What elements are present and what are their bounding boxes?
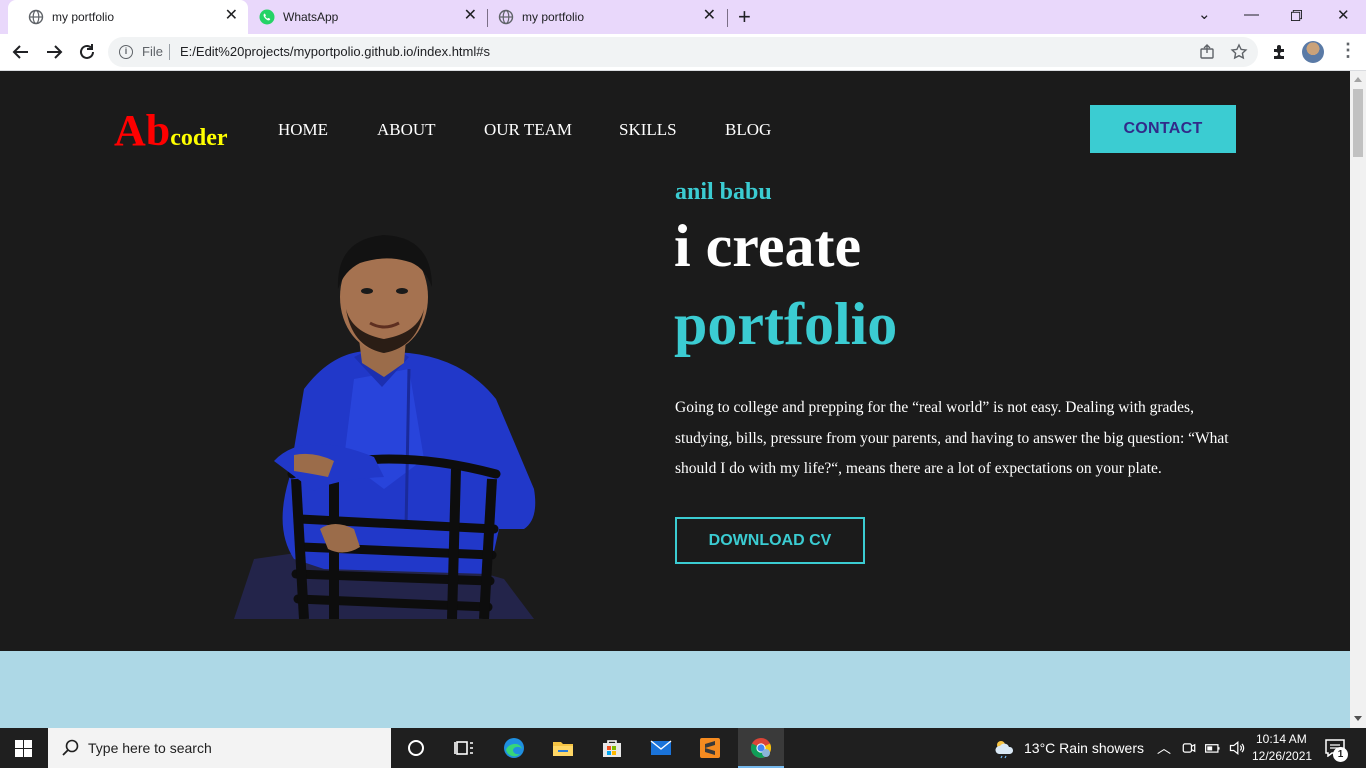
battery-icon[interactable] — [1204, 739, 1222, 757]
tab-title: my portfolio — [522, 10, 585, 24]
forward-arrow-icon[interactable] — [44, 42, 64, 62]
nav-skills[interactable]: SKILLS — [619, 120, 677, 140]
restore-button[interactable] — [1291, 10, 1302, 21]
page-scrollbar[interactable] — [1350, 71, 1366, 728]
search-icon — [62, 739, 79, 756]
hero-headline: i create — [674, 213, 862, 279]
weather-icon[interactable] — [993, 737, 1015, 759]
profile-photo — [234, 235, 536, 619]
address-divider — [169, 44, 170, 60]
address-bar[interactable]: i File E:/Edit%20projects/myportpolio.gi… — [108, 37, 1258, 67]
tab-separator — [727, 9, 728, 27]
tab-whatsapp[interactable]: WhatsApp ✕ — [248, 0, 488, 34]
scrollbar-thumb[interactable] — [1353, 89, 1363, 157]
back-arrow-icon[interactable] — [11, 42, 31, 62]
nav-home[interactable]: HOME — [278, 120, 328, 140]
close-tab-icon[interactable]: ✕ — [225, 8, 238, 24]
url-text[interactable]: E:/Edit%20projects/myportpolio.github.io… — [180, 44, 490, 59]
hero-name: anil babu — [675, 179, 772, 205]
hero-headline-accent: portfolio — [674, 291, 898, 357]
cortana-icon[interactable] — [405, 737, 427, 759]
profile-avatar[interactable] — [1302, 41, 1324, 63]
tab-title: my portfolio — [52, 10, 115, 24]
reload-icon[interactable] — [77, 42, 97, 62]
microsoft-store-icon[interactable] — [601, 737, 623, 759]
scroll-up-arrow-icon[interactable] — [1354, 77, 1362, 82]
hero-description: Going to college and prepping for the “r… — [675, 399, 1229, 477]
extensions-puzzle-icon[interactable] — [1270, 42, 1290, 62]
tab-my-portfolio-active[interactable]: my portfolio ✕ — [8, 0, 248, 34]
close-tab-icon[interactable]: ✕ — [703, 8, 716, 24]
close-tab-icon[interactable]: ✕ — [464, 8, 477, 24]
windows-start-icon[interactable] — [15, 740, 32, 757]
browser-menu-icon[interactable]: ⋮ — [1339, 40, 1357, 61]
tab-my-portfolio[interactable]: my portfolio ✕ — [488, 0, 728, 34]
bookmark-star-icon[interactable] — [1230, 43, 1248, 61]
minimize-button[interactable]: — — [1244, 6, 1259, 23]
globe-icon — [28, 9, 44, 25]
windows-taskbar: Type here to search 13°C Rain showers ︿ … — [0, 728, 1366, 768]
next-section — [0, 651, 1350, 728]
clock-time[interactable]: 10:14 AM — [1256, 732, 1307, 746]
meet-now-icon[interactable] — [1180, 739, 1198, 757]
scheme-label: File — [142, 44, 163, 59]
nav-our-team[interactable]: OUR TEAM — [484, 120, 572, 140]
tab-title: WhatsApp — [283, 10, 339, 24]
sublime-text-icon[interactable] — [699, 737, 721, 759]
whatsapp-icon — [259, 9, 275, 25]
clock-date[interactable]: 12/26/2021 — [1252, 749, 1312, 763]
new-tab-button[interactable]: + — [738, 6, 751, 28]
logo-secondary-text: coder — [170, 125, 228, 151]
notification-count-badge: 1 — [1333, 747, 1348, 762]
chrome-icon[interactable] — [750, 737, 772, 759]
mail-icon[interactable] — [650, 737, 672, 759]
share-icon[interactable] — [1198, 43, 1216, 61]
tab-search-chevron-icon[interactable]: ⌄ — [1198, 5, 1211, 23]
download-cv-button[interactable]: DOWNLOAD CV — [675, 517, 865, 564]
edge-browser-icon[interactable] — [503, 737, 525, 759]
page-viewport: Abcoder HOME ABOUT OUR TEAM SKILLS BLOG … — [0, 71, 1350, 728]
close-window-button[interactable]: ✕ — [1337, 6, 1350, 24]
weather-text[interactable]: 13°C Rain showers — [1024, 740, 1144, 756]
task-view-icon[interactable] — [453, 737, 475, 759]
site-logo[interactable]: Abcoder — [114, 105, 228, 156]
nav-about[interactable]: ABOUT — [377, 120, 436, 140]
scroll-down-arrow-icon[interactable] — [1354, 716, 1362, 721]
file-explorer-icon[interactable] — [552, 737, 574, 759]
globe-icon — [498, 9, 514, 25]
info-icon[interactable]: i — [119, 45, 133, 59]
logo-primary-text: Ab — [114, 106, 171, 155]
nav-blog[interactable]: BLOG — [725, 120, 771, 140]
chevron-up-icon[interactable]: ︿ — [1157, 738, 1171, 758]
taskbar-search-placeholder[interactable]: Type here to search — [88, 740, 212, 756]
browser-toolbar: i File E:/Edit%20projects/myportpolio.gi… — [0, 34, 1366, 71]
volume-icon[interactable] — [1228, 739, 1246, 757]
browser-tab-strip: my portfolio ✕ WhatsApp ✕ my portfolio ✕… — [0, 0, 1366, 34]
contact-button[interactable]: CONTACT — [1090, 105, 1236, 153]
